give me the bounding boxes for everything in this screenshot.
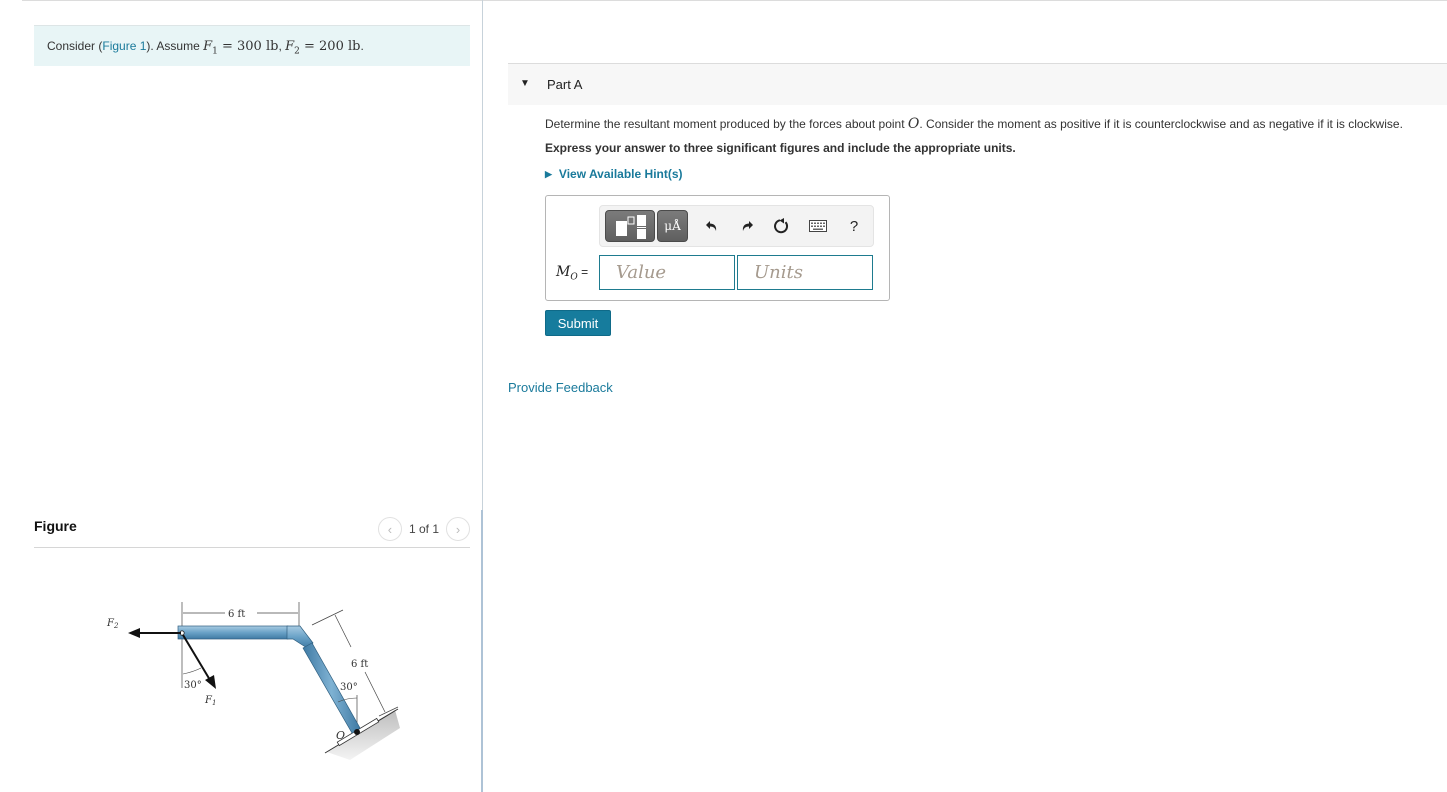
- keyboard-icon: [809, 220, 827, 232]
- reset-button[interactable]: [770, 214, 794, 238]
- pane-divider: [482, 0, 483, 510]
- view-hints-link[interactable]: ▶ View Available Hint(s): [545, 167, 683, 181]
- figure-header: Figure ‹ 1 of 1 ›: [34, 517, 470, 548]
- intro-text: .: [360, 39, 364, 53]
- equals-sign: =: [577, 265, 589, 279]
- hints-label: View Available Hint(s): [558, 167, 683, 181]
- provide-feedback-link[interactable]: Provide Feedback: [508, 380, 613, 395]
- f1-angle-label: 30°: [184, 680, 202, 691]
- redo-icon: [742, 221, 753, 231]
- f2-label: F2: [106, 618, 119, 630]
- f2-symbol: F: [285, 39, 295, 54]
- f1-symbol: F: [203, 39, 213, 54]
- intro-text: Consider (: [47, 39, 103, 53]
- f2-arrow: [128, 628, 181, 638]
- submit-button[interactable]: Submit: [545, 310, 611, 336]
- undo-icon: [706, 221, 717, 231]
- redo-button[interactable]: [735, 214, 759, 238]
- question-point: O: [907, 116, 920, 132]
- question-text: Determine the resultant moment produced …: [545, 116, 1403, 132]
- f1-label: F1: [204, 695, 216, 707]
- question-before: Determine the resultant moment produced …: [545, 117, 908, 131]
- point-o-label: O: [336, 729, 345, 742]
- problem-statement: Consider (Figure 1). Assume F1 = 300 lb,…: [34, 25, 470, 66]
- f1-expression: F1 = 300 lb: [203, 39, 279, 57]
- variable-subscript: O: [570, 272, 578, 283]
- caret-down-icon: ▼: [520, 78, 530, 89]
- chevron-right-icon: ›: [455, 521, 461, 537]
- templates-icon: [616, 215, 646, 239]
- value-input[interactable]: [599, 255, 735, 290]
- f2-expression: F2 = 200 lb: [285, 39, 361, 57]
- templates-button[interactable]: [605, 210, 655, 242]
- next-figure-button[interactable]: ›: [446, 517, 470, 541]
- undo-button[interactable]: [700, 214, 724, 238]
- reset-icon: [774, 218, 789, 234]
- chevron-left-icon: ‹: [387, 521, 393, 537]
- help-button[interactable]: ?: [842, 214, 866, 238]
- figure-pager: ‹ 1 of 1 ›: [377, 517, 470, 541]
- f2-value: = 200 lb: [299, 39, 361, 54]
- horizontal-length-label: 6 ft: [228, 609, 245, 620]
- prev-figure-button[interactable]: ‹: [377, 517, 402, 541]
- keyboard-button[interactable]: [806, 214, 830, 238]
- answer-instruction: Express your answer to three significant…: [545, 141, 1016, 155]
- bent-pipe: [177, 625, 361, 735]
- units-button[interactable]: μÅ: [657, 210, 688, 242]
- units-input[interactable]: [737, 255, 873, 290]
- variable-label: MO =: [556, 264, 588, 282]
- pane-resize-handle[interactable]: [481, 510, 483, 792]
- intro-text: ). Assume: [146, 39, 204, 53]
- caret-right-icon: ▶: [545, 168, 552, 179]
- math-toolbar: μÅ ?: [599, 205, 874, 247]
- figure-diagram: 6 ft 6 ft F2 30° F1 30° O: [106, 602, 400, 760]
- inclined-length-label: 6 ft: [351, 659, 368, 670]
- f1-value: = 300 lb: [217, 39, 279, 54]
- variable-symbol: M: [556, 264, 571, 280]
- pager-text: 1 of 1: [408, 522, 439, 536]
- question-after: . Consider the moment as positive if it …: [919, 117, 1403, 131]
- figure-link[interactable]: Figure 1: [102, 39, 146, 53]
- arm-angle-label: 30°: [340, 682, 358, 693]
- answer-box: μÅ ? MO =: [545, 195, 890, 301]
- problem-pane: Consider (Figure 1). Assume F1 = 300 lb,…: [0, 0, 482, 792]
- figure-title: Figure: [34, 518, 77, 534]
- part-a-header[interactable]: ▼ Part A: [508, 63, 1447, 105]
- part-title: Part A: [547, 77, 583, 92]
